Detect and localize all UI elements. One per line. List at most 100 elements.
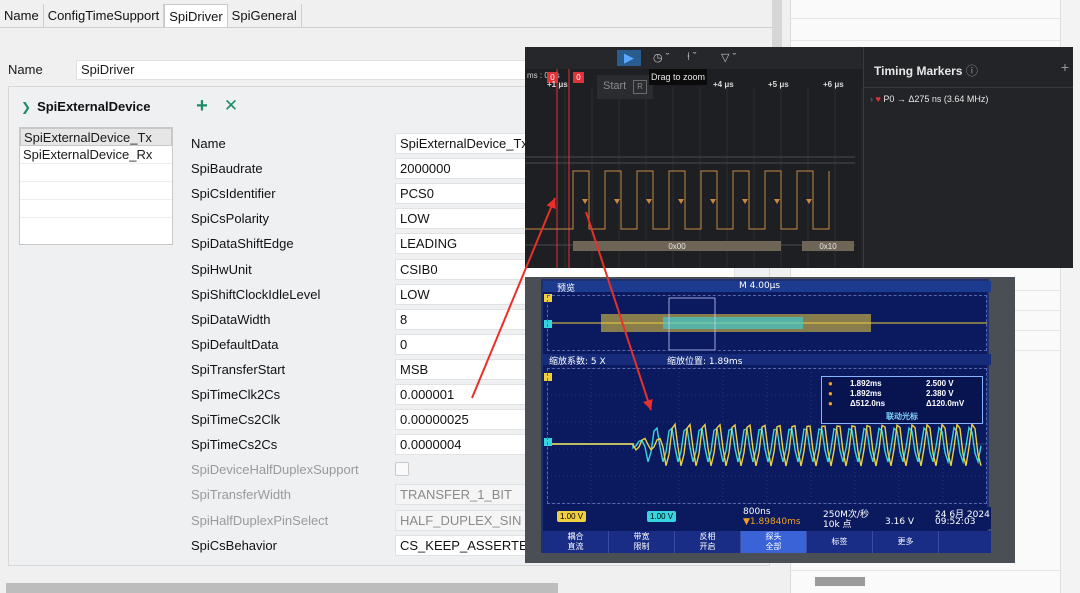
softkey-bandwidth[interactable]: 带宽 限制 bbox=[609, 531, 675, 553]
property-label: SpiHwUnit bbox=[191, 261, 252, 277]
delta-volt: Δ120.0mV bbox=[926, 399, 965, 408]
property-label: SpiDataWidth bbox=[191, 311, 271, 327]
scope-screen: 预览 M 4.00μs 缩放系数: 5 X 缩放位置: 1.89ms ● 1.8… bbox=[541, 279, 991, 553]
bus-label: 0x00 bbox=[668, 242, 686, 251]
edge-marker bbox=[742, 199, 748, 204]
tab-spi-driver[interactable]: SpiDriver bbox=[164, 4, 228, 28]
softkey-more[interactable]: 更多 bbox=[873, 531, 939, 553]
tab-config-time-support[interactable]: ConfigTimeSupport bbox=[44, 4, 165, 28]
clock-trace bbox=[525, 170, 830, 230]
tab-bar: Name ConfigTimeSupport SpiDriver SpiGene… bbox=[0, 4, 302, 28]
linked-cursor-label: 联动光标 bbox=[886, 412, 918, 421]
softkey-coupling[interactable]: 耦合 直流 bbox=[543, 531, 609, 553]
preview-label: 预览 bbox=[557, 284, 576, 294]
property-label: SpiTransferWidth bbox=[191, 487, 291, 503]
help-icon[interactable]: ⓘ bbox=[966, 64, 978, 78]
property-label: SpiCsBehavior bbox=[191, 537, 277, 553]
scope-status-bar: 1.00 V 1.00 V 800ns ▼1.89840ms 250M次/秒 1… bbox=[543, 507, 991, 530]
oscilloscope-photo: 预览 M 4.00μs 缩放系数: 5 X 缩放位置: 1.89ms ● 1.8… bbox=[525, 277, 1015, 563]
cursor-a-time: 1.892ms bbox=[850, 379, 882, 388]
property-label: SpiTimeClk2Cs bbox=[191, 387, 281, 402]
list-item-device-rx[interactable]: SpiExternalDevice_Rx bbox=[20, 146, 172, 164]
zoom-tooltip: Drag to zoom bbox=[649, 69, 707, 85]
section-header[interactable]: ❯ SpiExternalDevice bbox=[21, 99, 151, 114]
cursor-b-time: 1.892ms bbox=[850, 389, 882, 398]
section-title: SpiExternalDevice bbox=[37, 99, 151, 114]
clock-icon[interactable]: ◷ ˇ bbox=[653, 51, 669, 64]
delta-time: Δ512.0ns bbox=[850, 399, 886, 408]
tab-name[interactable]: Name bbox=[0, 4, 44, 28]
marker-icon[interactable]: ▽ ˇ bbox=[721, 51, 736, 64]
right-scrollbar-thumb[interactable] bbox=[815, 577, 865, 586]
delete-device-button[interactable]: ✕ bbox=[221, 96, 241, 116]
edge-marker bbox=[646, 199, 652, 204]
add-marker-icon[interactable]: + bbox=[1061, 59, 1069, 75]
marker-tag[interactable]: 0 bbox=[573, 72, 584, 83]
ch2-scale: 1.00 V bbox=[647, 511, 677, 522]
tab-divider bbox=[0, 27, 772, 28]
divider bbox=[791, 40, 1061, 41]
time-tick: +4 μs bbox=[713, 80, 734, 89]
time-per-div: 800ns bbox=[743, 507, 771, 517]
property-label: SpiBaudrate bbox=[191, 161, 263, 177]
tab-spi-general[interactable]: SpiGeneral bbox=[228, 4, 302, 28]
record-length: 10k 点 bbox=[823, 520, 852, 530]
property-label: SpiCsPolarity bbox=[191, 211, 270, 227]
cursor-measurement-box: ● 1.892ms 2.500 V ● 1.892ms 2.380 V ● Δ5… bbox=[821, 376, 983, 424]
property-label: SpiTimeCs2Cs bbox=[191, 437, 278, 453]
softkey-invert[interactable]: 反相 开启 bbox=[675, 531, 741, 553]
timebase-label: M 4.00μs bbox=[739, 281, 781, 291]
time-tick: +5 μs bbox=[768, 80, 789, 89]
property-label: SpiDefaultData bbox=[191, 336, 279, 352]
bus-label: 0x10 bbox=[819, 242, 837, 251]
r-button[interactable]: R bbox=[633, 80, 647, 94]
list-item-device-tx[interactable]: SpiExternalDevice_Tx bbox=[20, 128, 172, 146]
ch1-scale: 1.00 V bbox=[557, 511, 587, 522]
chevron-down-icon[interactable]: ❯ bbox=[21, 100, 31, 114]
trigger-level: 3.16 V bbox=[885, 517, 915, 527]
cursor-a-volt: 2.500 V bbox=[926, 379, 954, 388]
property-label: SpiCsIdentifier bbox=[191, 186, 276, 202]
marker-row[interactable]: › ♥ P0 → Δ275 ns (3.64 MHz) bbox=[870, 94, 988, 104]
add-device-button[interactable]: + bbox=[192, 96, 212, 116]
time-label: 09:52:03 bbox=[935, 517, 976, 527]
scrollbar-thumb[interactable] bbox=[6, 583, 558, 593]
edge-marker bbox=[710, 199, 716, 204]
cursor-b-icon: ● bbox=[828, 389, 833, 398]
splitter[interactable] bbox=[772, 0, 782, 50]
edge-marker bbox=[806, 199, 812, 204]
empty-list-row bbox=[20, 200, 172, 218]
trigger-position: ▼1.89840ms bbox=[743, 517, 801, 527]
delta-icon: ● bbox=[828, 399, 833, 408]
zoom-position-label: 缩放位置: 1.89ms bbox=[667, 357, 743, 367]
cursor-b-volt: 2.380 V bbox=[926, 389, 954, 398]
time-tick: +1 μs bbox=[547, 80, 568, 89]
overview-window bbox=[547, 295, 987, 351]
softkey-probe[interactable]: 探头 全部 bbox=[741, 531, 807, 553]
empty-list-row bbox=[20, 164, 172, 182]
property-label: SpiTransferStart bbox=[191, 361, 286, 377]
edge-marker bbox=[774, 199, 780, 204]
logic-analyzer-capture: 0x00 0x10 ▶ ◷ ˇ ⍿ ˇ ▽ ˇ ms : 0 μs 0 0 Sta… bbox=[525, 47, 1073, 268]
divider bbox=[791, 570, 1061, 571]
timing-markers-panel: Timing Markers ⓘ + › ♥ P0 → Δ275 ns (3.6… bbox=[863, 47, 1073, 268]
property-label: SpiDeviceHalfDuplexSupport bbox=[191, 462, 359, 478]
property-label: SpiTimeCs2Clk bbox=[191, 412, 281, 428]
close-icon: ✕ bbox=[223, 96, 239, 115]
measure-icon[interactable]: ⍿ ˇ bbox=[687, 51, 697, 64]
property-label: SpiShiftClockIdleLevel bbox=[191, 286, 321, 302]
divider bbox=[864, 87, 1073, 88]
name-label: Name bbox=[8, 62, 43, 77]
expand-icon: › bbox=[870, 94, 873, 104]
plus-icon: + bbox=[196, 95, 208, 117]
property-label: Name bbox=[191, 136, 226, 151]
time-tick: +6 μs bbox=[823, 80, 844, 89]
softkey-label[interactable]: 标签 bbox=[807, 531, 873, 553]
empty-list-row bbox=[20, 182, 172, 200]
play-icon[interactable]: ▶ bbox=[617, 50, 641, 66]
marker-dot-icon: ♥ bbox=[875, 94, 881, 104]
zoom-info-bar bbox=[543, 354, 991, 365]
zoom-factor-label: 缩放系数: 5 X bbox=[549, 357, 606, 367]
property-checkbox bbox=[395, 462, 409, 477]
property-label: SpiHalfDuplexPinSelect bbox=[191, 512, 329, 528]
